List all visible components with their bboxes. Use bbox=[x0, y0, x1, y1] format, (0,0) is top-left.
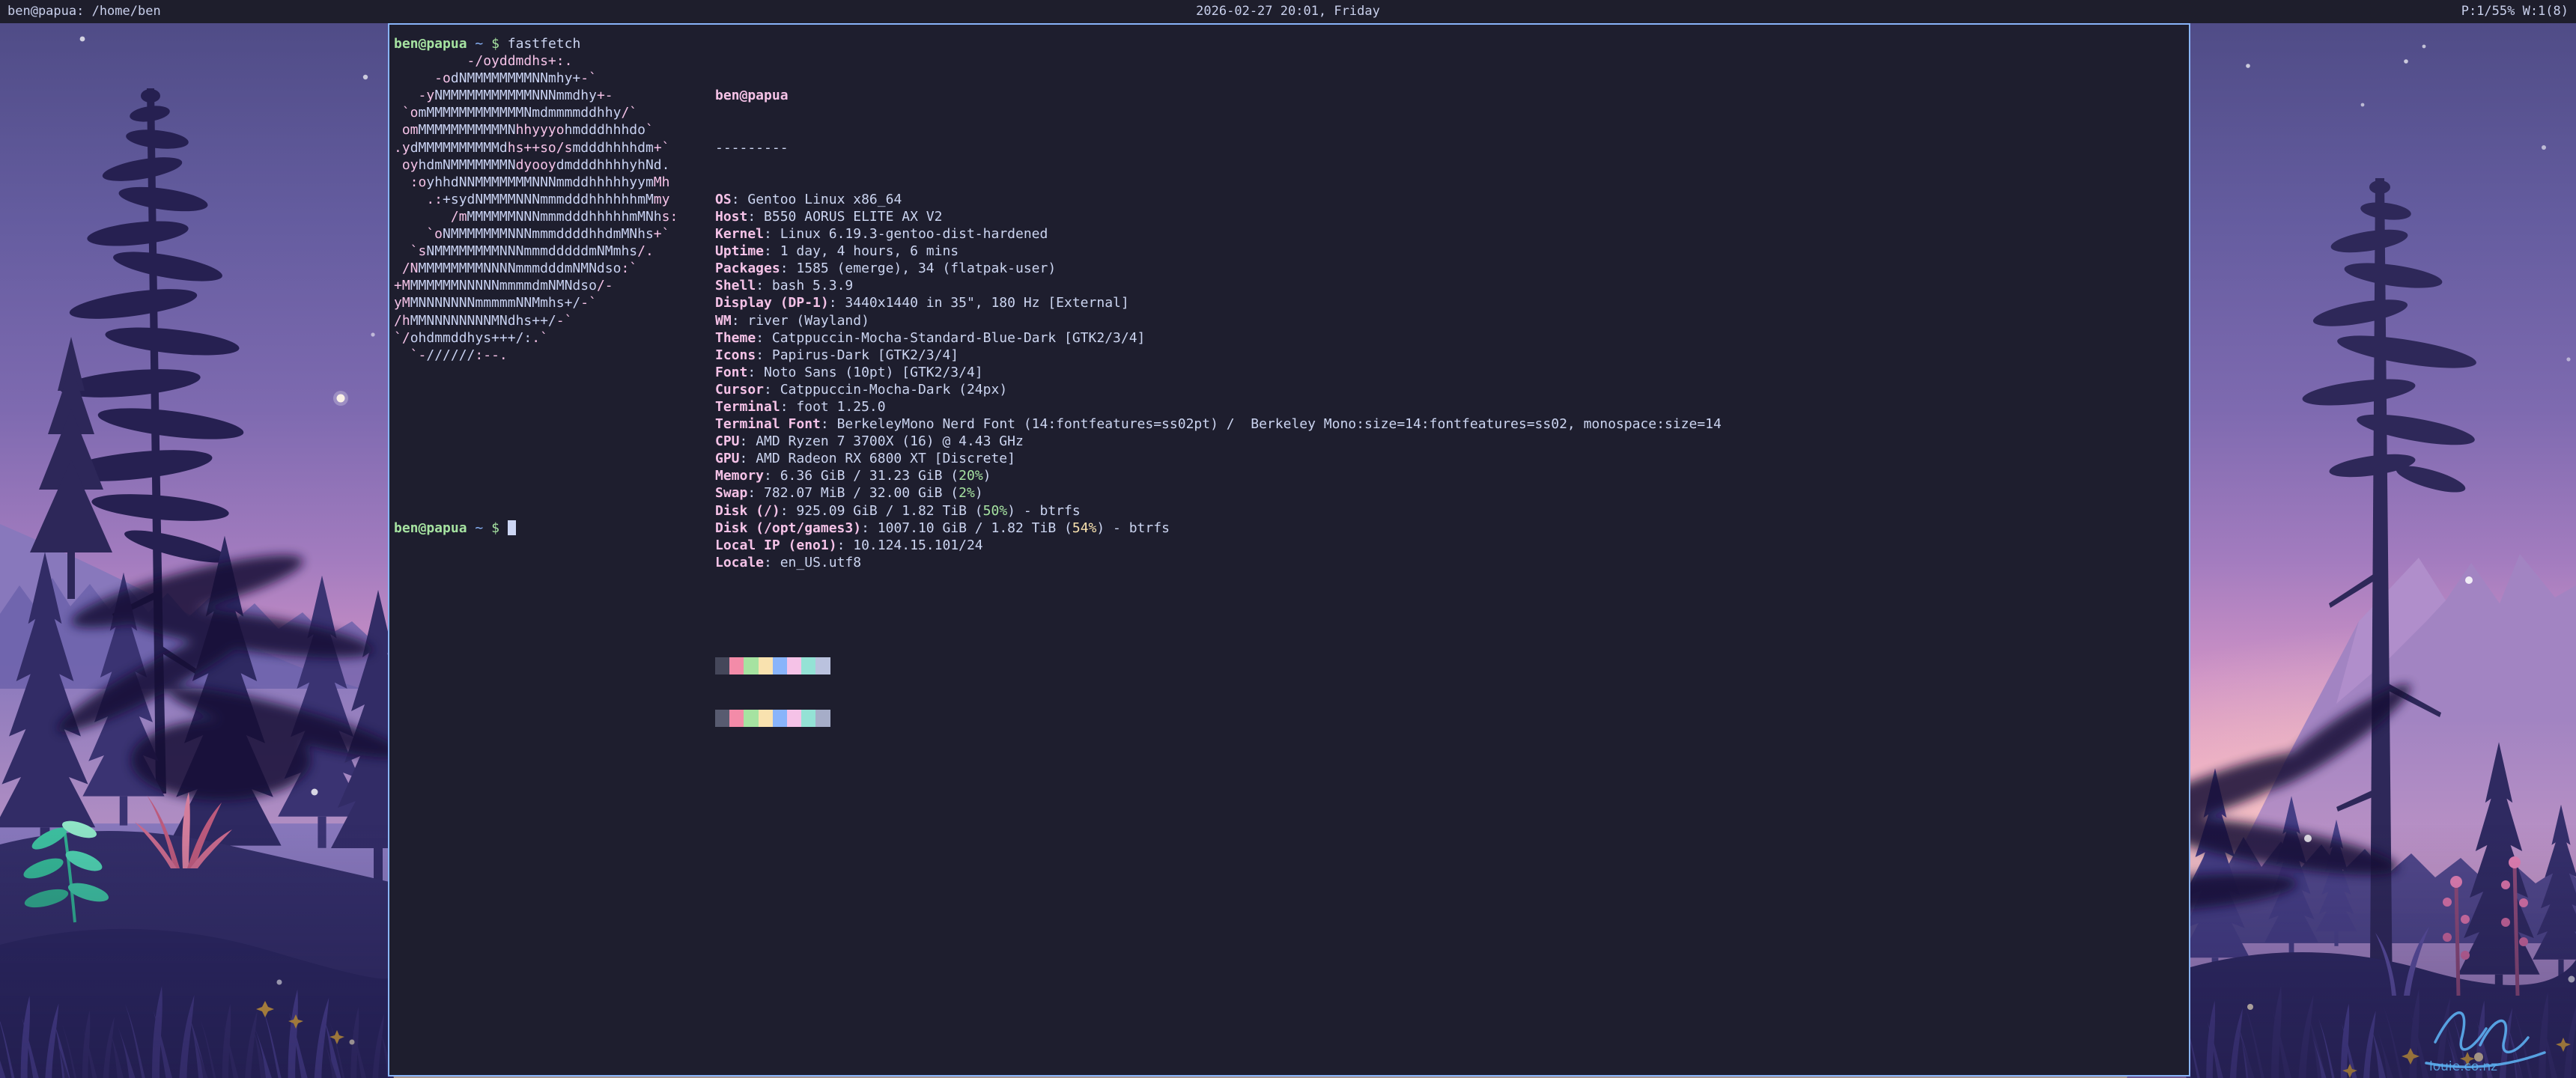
fastfetch-entry: Memory: 6.36 GiB / 31.23 GiB (20%) bbox=[715, 467, 1722, 484]
terminal-window[interactable]: ben@papua ~ $ fastfetch -/oyddmdhs+:. -o… bbox=[388, 23, 2190, 1077]
fastfetch-entry: Font: Noto Sans (10pt) [GTK2/3/4] bbox=[715, 364, 1722, 381]
fastfetch-entry: Display (DP-1): 3440x1440 in 35", 180 Hz… bbox=[715, 294, 1722, 311]
ascii-art-line: -odNMMMMMMMMNNmhy+-` bbox=[394, 70, 678, 87]
prompt-user-host: ben@papua bbox=[394, 520, 467, 536]
palette-swatch bbox=[759, 657, 773, 674]
palette-swatch bbox=[801, 657, 815, 674]
palette-swatch bbox=[787, 657, 801, 674]
fastfetch-entry: CPU: AMD Ryzen 7 3700X (16) @ 4.43 GHz bbox=[715, 433, 1722, 450]
fastfetch-entry: GPU: AMD Radeon RX 6800 XT [Discrete] bbox=[715, 450, 1722, 467]
palette-swatch bbox=[787, 710, 801, 727]
fastfetch-entry: Kernel: Linux 6.19.3-gentoo-dist-hardene… bbox=[715, 225, 1722, 243]
palette-swatch bbox=[729, 657, 744, 674]
fastfetch-entry: Terminal: foot 1.25.0 bbox=[715, 398, 1722, 415]
fastfetch-entry: Disk (/): 925.09 GiB / 1.82 TiB (50%) - … bbox=[715, 502, 1722, 520]
terminal-cursor[interactable] bbox=[508, 520, 516, 535]
fastfetch-entry: Packages: 1585 (emerge), 34 (flatpak-use… bbox=[715, 260, 1722, 277]
ascii-art-line: +MMMMMMMNNNNNmmmmdmNMNdso/- bbox=[394, 277, 678, 294]
prompt-user-host: ben@papua bbox=[394, 36, 467, 52]
palette-row-2 bbox=[715, 710, 1722, 727]
ascii-art-line: `sNMMMMMMMMNNNmmmdddddmNMmhs/. bbox=[394, 243, 678, 260]
ascii-art-line: `-//////:--. bbox=[394, 347, 678, 364]
ascii-art: -/oyddmdhs+:. -odNMMMMMMMMNNmhy+-` -yNMM… bbox=[394, 52, 678, 364]
ascii-art-line: `omMMMMMMMMMMMMNmdmmmmddhhy/` bbox=[394, 104, 678, 121]
blank-line bbox=[715, 606, 1722, 623]
wallpaper-signature: louie.co.nz bbox=[2429, 1059, 2497, 1074]
prompt-line-2[interactable]: ben@papua ~ $ bbox=[394, 520, 516, 537]
ascii-art-line: `oNMMMMMMMNNNmmmddddhhdmMNhs+` bbox=[394, 225, 678, 243]
fastfetch-entry: Swap: 782.07 MiB / 32.00 GiB (2%) bbox=[715, 484, 1722, 502]
palette-swatch bbox=[744, 710, 758, 727]
fastfetch-entry: WM: river (Wayland) bbox=[715, 312, 1722, 329]
bar-tags-status: P:1/55% W:1(8) bbox=[2461, 0, 2569, 23]
fastfetch-info: ben@papua --------- OS: Gentoo Linux x86… bbox=[715, 52, 1722, 761]
fastfetch-entry: OS: Gentoo Linux x86_64 bbox=[715, 191, 1722, 208]
palette-swatch bbox=[773, 657, 787, 674]
fastfetch-entry: Local IP (eno1): 10.124.15.101/24 bbox=[715, 537, 1722, 554]
palette-swatch bbox=[759, 710, 773, 727]
ascii-art-line: yMMNNNNNNNmmmmmNNMmhs+/-` bbox=[394, 294, 678, 311]
fastfetch-title: ben@papua bbox=[715, 87, 1722, 104]
ascii-art-line: /mMMMMMMNNNmmmdddhhhhhmMNhs: bbox=[394, 208, 678, 225]
palette-swatch bbox=[715, 710, 729, 727]
palette-swatch bbox=[729, 710, 744, 727]
prompt-symbol: $ bbox=[491, 520, 499, 536]
prompt-symbol: $ bbox=[491, 36, 499, 52]
palette-swatch bbox=[801, 710, 815, 727]
prompt-line-1: ben@papua ~ $ fastfetch bbox=[394, 35, 580, 52]
fastfetch-entry: Disk (/opt/games3): 1007.10 GiB / 1.82 T… bbox=[715, 520, 1722, 537]
ascii-art-line: /hMMNNNNNNNNMNdhs++/-` bbox=[394, 312, 678, 329]
fastfetch-entry: Shell: bash 5.3.9 bbox=[715, 277, 1722, 294]
ascii-art-line: :oyhhdNNMMMMMMMNNNmmddhhhhhyymMh bbox=[394, 174, 678, 191]
palette-swatch bbox=[744, 657, 758, 674]
prompt-command: fastfetch bbox=[508, 36, 581, 52]
fastfetch-entry: Host: B550 AORUS ELITE AX V2 bbox=[715, 208, 1722, 225]
fastfetch-entry: Terminal Font: BerkeleyMono Nerd Font (1… bbox=[715, 415, 1722, 433]
status-bar: ben@papua: /home/ben 2026-02-27 20:01, F… bbox=[0, 0, 2576, 23]
ascii-art-line: /NMMMMMMMMNNNNmmmdddmNMNdso:` bbox=[394, 260, 678, 277]
fastfetch-entries: OS: Gentoo Linux x86_64Host: B550 AORUS … bbox=[715, 191, 1722, 571]
desktop: louie.co.nz ben@papua: /home/ben 2026-02… bbox=[0, 0, 2576, 1078]
fastfetch-entry: Theme: Catppuccin-Mocha-Standard-Blue-Da… bbox=[715, 329, 1722, 347]
terminal-content[interactable]: ben@papua ~ $ fastfetch -/oyddmdhs+:. -o… bbox=[394, 35, 2184, 1071]
fastfetch-entry: Icons: Papirus-Dark [GTK2/3/4] bbox=[715, 347, 1722, 364]
ascii-art-line: omMMMMMMMMMMMNhhyyyohmdddhhhdo` bbox=[394, 121, 678, 138]
fastfetch-entry: Locale: en_US.utf8 bbox=[715, 554, 1722, 571]
palette-row-1 bbox=[715, 657, 1722, 674]
palette-swatch bbox=[715, 657, 729, 674]
ascii-art-line: .:+sydNMMMMNNNmmmdddhhhhhhmMmy bbox=[394, 191, 678, 208]
palette-swatch bbox=[773, 710, 787, 727]
palette-swatch bbox=[815, 657, 830, 674]
fastfetch-entry: Uptime: 1 day, 4 hours, 6 mins bbox=[715, 243, 1722, 260]
ascii-art-line: -/oyddmdhs+:. bbox=[394, 52, 678, 70]
ascii-art-line: oyhdmNMMMMMMMNdyooydmdddhhhhyhNd. bbox=[394, 156, 678, 174]
ascii-art-line: `/ohdmmddhys+++/:.` bbox=[394, 329, 678, 347]
palette-swatch bbox=[815, 710, 830, 727]
ascii-art-line: -yNMMMMMMMMMMMNNNmmdhy+- bbox=[394, 87, 678, 104]
fastfetch-entry: Cursor: Catppuccin-Mocha-Dark (24px) bbox=[715, 381, 1722, 398]
fastfetch-separator: --------- bbox=[715, 139, 1722, 156]
prompt-dir: ~ bbox=[475, 520, 483, 536]
bar-clock: 2026-02-27 20:01, Friday bbox=[0, 0, 2576, 23]
prompt-dir: ~ bbox=[475, 36, 483, 52]
ascii-art-line: .ydMMMMMMMMMMdhs++so/smdddhhhhdm+` bbox=[394, 139, 678, 156]
